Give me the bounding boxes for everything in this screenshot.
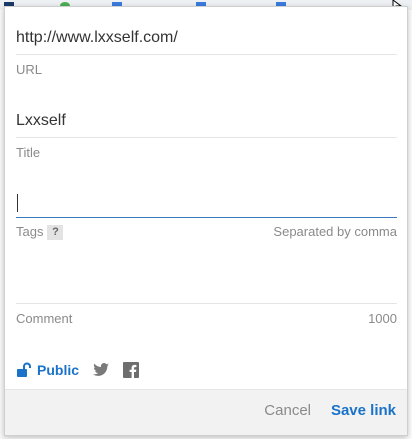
url-input[interactable]: http://www.lxxself.com/ <box>16 27 397 49</box>
tags-hint: Separated by comma <box>273 224 397 240</box>
title-underline <box>16 137 397 138</box>
comment-field-group: Comment 1000 <box>16 256 397 327</box>
title-input[interactable]: Lxxself <box>16 110 397 132</box>
tags-label: Tags <box>16 224 44 239</box>
twitter-icon <box>93 363 110 376</box>
unlock-icon <box>17 362 31 377</box>
tags-input[interactable] <box>16 190 397 218</box>
comment-label: Comment <box>16 311 73 326</box>
cancel-button[interactable]: Cancel <box>264 402 311 419</box>
url-field-group: http://www.lxxself.com/ URL <box>16 27 397 78</box>
save-link-popup: http://www.lxxself.com/ URL Lxxself Titl… <box>4 6 408 436</box>
tags-label-row: Tags? Separated by comma <box>16 224 397 241</box>
title-field-group: Lxxself Title <box>16 110 397 161</box>
popup-footer: Cancel Save link <box>5 389 407 435</box>
comment-textarea[interactable] <box>16 256 397 304</box>
tags-label-wrap: Tags? <box>16 224 64 241</box>
facebook-share-button[interactable] <box>123 362 140 378</box>
title-label: Title <box>16 145 41 160</box>
facebook-icon <box>123 362 140 378</box>
url-label: URL <box>16 62 43 77</box>
twitter-share-button[interactable] <box>93 363 110 377</box>
save-link-button[interactable]: Save link <box>331 402 396 419</box>
url-underline <box>16 54 397 55</box>
tags-help-button[interactable]: ? <box>47 225 64 241</box>
comment-label-row: Comment 1000 <box>16 311 397 327</box>
share-row: Public <box>16 360 140 380</box>
visibility-label: Public <box>37 362 80 378</box>
tags-field-group: Tags? Separated by comma <box>16 190 397 241</box>
text-caret <box>17 194 18 212</box>
visibility-public-button[interactable]: Public <box>16 362 79 378</box>
comment-char-limit: 1000 <box>368 311 397 326</box>
